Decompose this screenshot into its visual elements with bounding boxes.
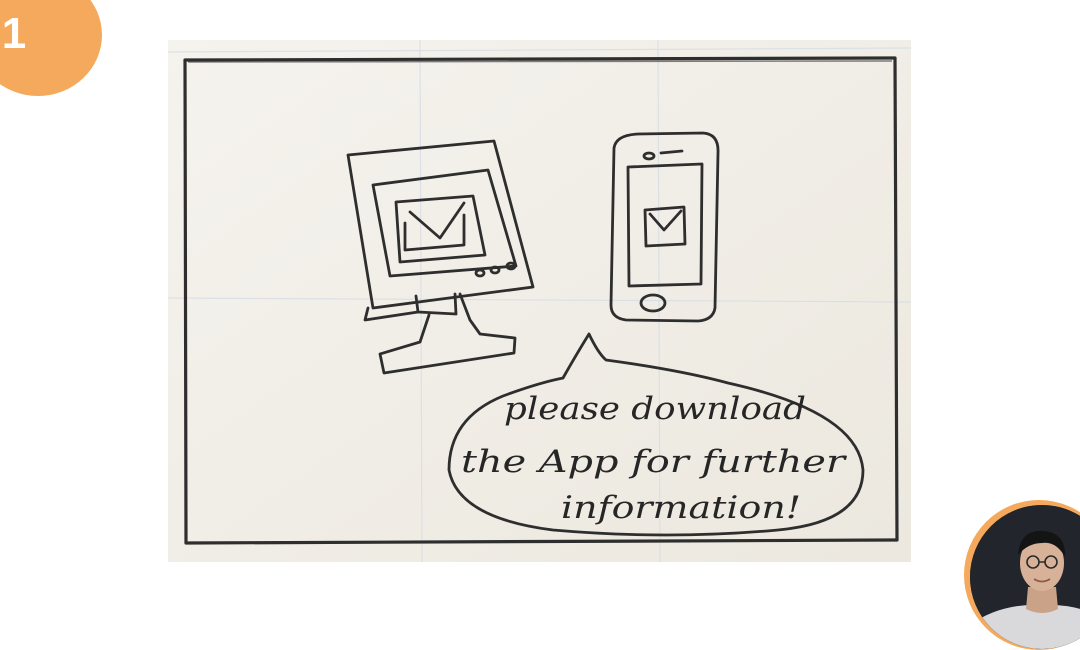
speech-bubble-line-3: information!: [561, 490, 801, 526]
slide-number-badge: 1: [0, 0, 102, 96]
slide-number: 1: [1, 9, 27, 58]
speech-bubble-line-1: please download: [504, 391, 806, 427]
speech-bubble-line-2: the App for further: [461, 444, 848, 480]
sketch-photo: please download the App for further info…: [168, 40, 911, 562]
